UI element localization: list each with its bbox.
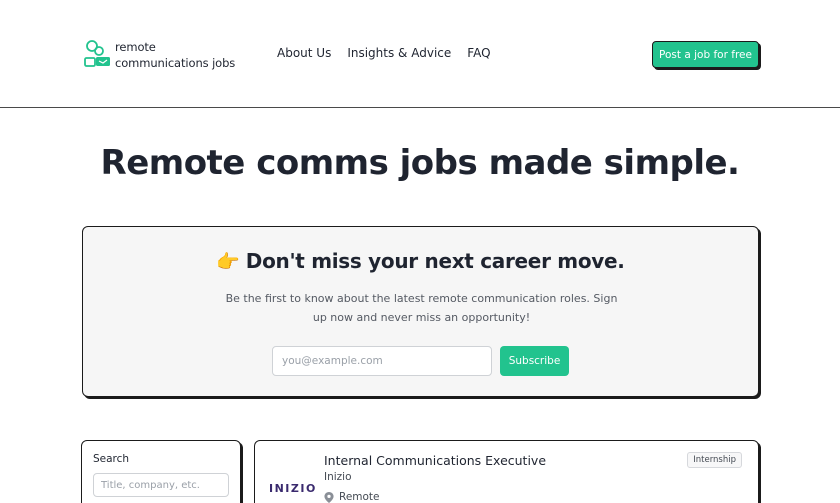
- logo-line-2: communications jobs: [115, 56, 236, 70]
- post-job-button[interactable]: Post a job for free: [652, 41, 759, 68]
- subscribe-button[interactable]: Subscribe: [500, 346, 569, 376]
- job-type-badge: Internship: [687, 452, 742, 468]
- nav-about-us[interactable]: About Us: [277, 46, 331, 60]
- job-title[interactable]: Internal Communications Executive: [324, 453, 546, 468]
- newsletter-description: Be the first to know about the latest re…: [225, 292, 618, 324]
- newsletter-title-text: Don't miss your next career move.: [245, 249, 625, 273]
- logo-icon: [84, 40, 110, 67]
- newsletter-card: 👉 Don't miss your next career move. Be th…: [82, 226, 759, 397]
- job-location: Remote: [324, 491, 380, 503]
- hero-title: Remote comms jobs made simple.: [100, 143, 740, 183]
- logo-line-1: remote: [115, 40, 156, 54]
- main-nav: About Us Insights & Advice FAQ: [277, 46, 491, 60]
- search-label: Search: [93, 453, 130, 465]
- nav-insights-advice[interactable]: Insights & Advice: [347, 46, 451, 60]
- pointing-hand-icon: 👉: [216, 251, 240, 273]
- search-input[interactable]: [93, 473, 229, 497]
- job-company: Inizio: [324, 471, 352, 483]
- logo-text: remote communications jobs: [115, 39, 235, 71]
- search-panel: Search: [81, 440, 241, 503]
- site-header: remote communications jobs About Us Insi…: [0, 0, 840, 108]
- email-input[interactable]: [272, 346, 492, 376]
- location-pin-icon: [324, 491, 334, 503]
- nav-faq[interactable]: FAQ: [467, 46, 490, 60]
- site-logo[interactable]: remote communications jobs: [84, 39, 235, 71]
- job-location-text: Remote: [339, 491, 380, 503]
- newsletter-title: 👉 Don't miss your next career move.: [83, 249, 758, 273]
- company-logo: INIZIO: [269, 482, 317, 495]
- job-card[interactable]: INIZIO Internal Communications Executive…: [254, 440, 759, 503]
